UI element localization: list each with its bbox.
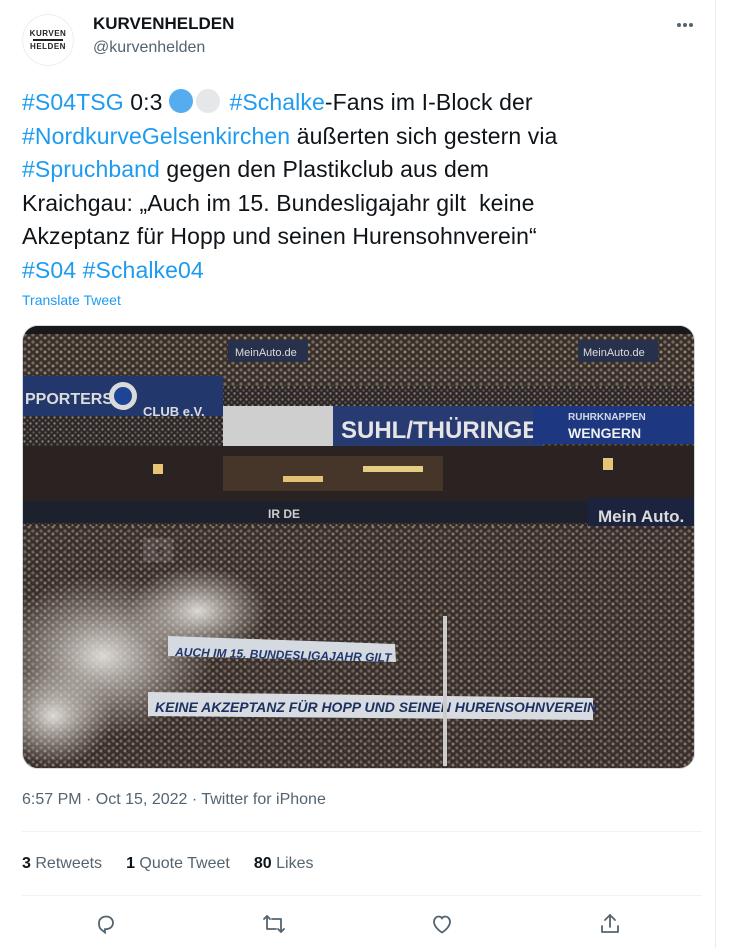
more-icon — [677, 23, 693, 27]
quote-tweets-label: Quote Tweet — [139, 855, 230, 872]
likes-stat[interactable]: 80 Likes — [254, 855, 314, 873]
retweets-count: 3 — [22, 855, 31, 872]
quote-tweets-count: 1 — [126, 855, 135, 872]
author-handle[interactable]: @kurvenhelden — [93, 39, 205, 57]
stadium-photo: MeinAuto.de MeinAuto.de PPORTERS CLUB e.… — [23, 326, 694, 768]
tweet-line-4: Kraichgau: „Auch im 15. Bundesligajahr g… — [22, 189, 535, 216]
author-name[interactable]: KURVENHELDEN — [93, 14, 234, 34]
more-button[interactable] — [672, 12, 698, 38]
divider — [22, 831, 702, 832]
tweet-actions — [22, 906, 702, 942]
retweets-stat[interactable]: 3 Retweets — [22, 855, 102, 873]
avatar-logo-divider — [33, 39, 63, 41]
hashtag-link[interactable]: #Schalke — [229, 89, 324, 115]
quote-tweets-stat[interactable]: 1 Quote Tweet — [126, 855, 230, 873]
hashtag-link[interactable]: #NordkurveGelsenkirchen — [22, 123, 290, 149]
like-icon — [433, 915, 451, 934]
blue-circle-emoji — [168, 89, 193, 113]
tweet-line-3: #Spruchband gegen den Plastikclub aus de… — [22, 153, 702, 187]
retweet-icon — [263, 915, 285, 933]
tweet-card: KURVEN HELDEN KURVENHELDEN @kurvenhelden… — [0, 0, 716, 948]
like-button[interactable] — [428, 910, 456, 938]
share-icon — [601, 914, 619, 933]
tweet-photo[interactable]: MeinAuto.de MeinAuto.de PPORTERS CLUB e.… — [22, 325, 695, 769]
tweet-text-segment: -Fans im I-Block der — [324, 89, 533, 115]
reply-icon — [98, 915, 114, 935]
translate-tweet-link[interactable]: Translate Tweet — [22, 292, 121, 308]
reply-button[interactable] — [92, 910, 120, 938]
tweet-text: #S04TSG 0:3 #Schalke-Fans im I-Block der… — [22, 86, 702, 287]
avatar-logo-line-2: HELDEN — [30, 42, 66, 51]
divider — [22, 895, 702, 896]
tweet-line-1: #S04TSG 0:3 #Schalke-Fans im I-Block der — [22, 86, 702, 120]
tweet-line-5: Akzeptanz für Hopp und seinen Hurensohnv… — [22, 223, 537, 249]
avatar-logo-line-1: KURVEN — [29, 29, 67, 38]
hashtag-link[interactable]: #S04 — [22, 257, 76, 283]
tweet-line-6: #S04 #Schalke04 — [22, 254, 702, 288]
avatar[interactable]: KURVEN HELDEN — [22, 14, 74, 66]
tweet-text-segment: äußerten sich gestern via — [290, 122, 558, 149]
white-circle-emoji — [195, 89, 220, 113]
hashtag-link[interactable]: #Spruchband — [22, 156, 160, 182]
tweet-text-segment: 0:3 — [123, 89, 169, 115]
likes-count: 80 — [253, 855, 272, 872]
engagement-stats: 3 Retweets 1 Quote Tweet 80 Likes — [22, 855, 337, 873]
tweet-line-2: #NordkurveGelsenkirchen äußerten sich ge… — [22, 120, 702, 154]
retweets-label: Retweets — [35, 855, 103, 872]
share-button[interactable] — [596, 910, 624, 938]
retweet-button[interactable] — [260, 910, 288, 938]
tweet-timestamp[interactable]: 6:57 PM · Oct 15, 2022 · Twitter for iPh… — [22, 791, 326, 809]
hashtag-link[interactable]: #S04TSG — [22, 89, 124, 115]
hashtag-link[interactable]: #Schalke04 — [83, 257, 204, 283]
likes-label: Likes — [276, 855, 314, 872]
tweet-text-segment: gegen den Plastikclub aus dem — [159, 156, 489, 182]
